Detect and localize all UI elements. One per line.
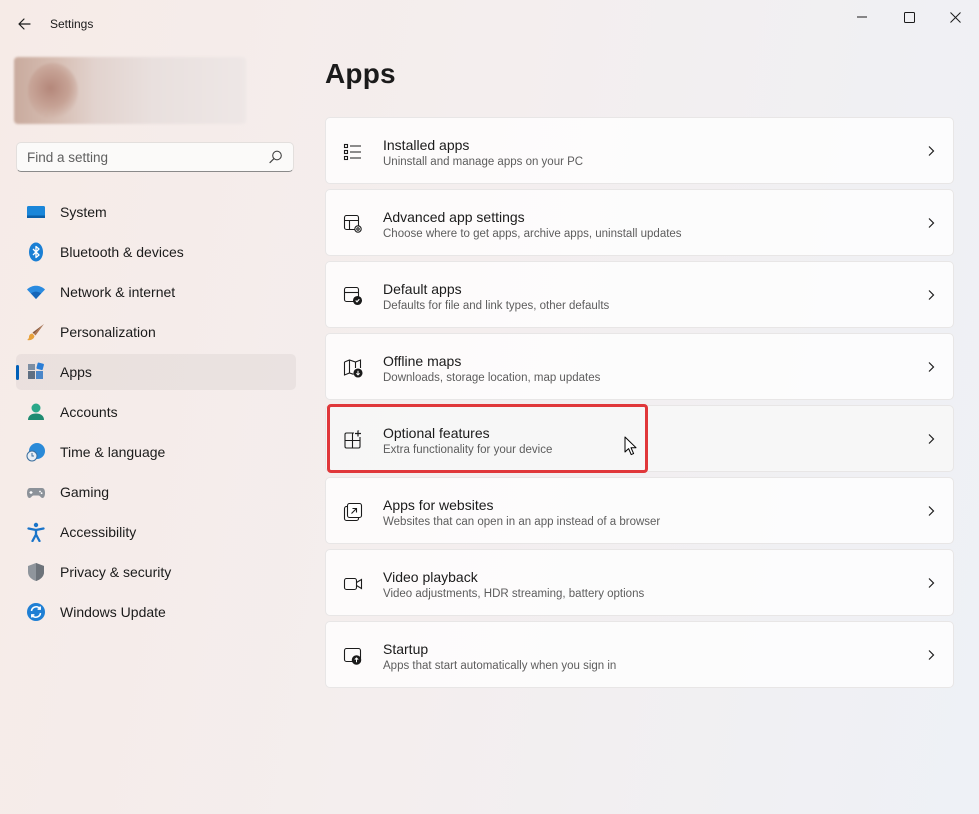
paintbrush-icon <box>26 322 46 342</box>
sidebar-item-label: Bluetooth & devices <box>60 244 184 260</box>
sidebar-item-label: Time & language <box>60 444 165 460</box>
monitor-icon <box>26 202 46 222</box>
apps-icon <box>26 362 46 382</box>
card-advanced-app-settings[interactable]: Advanced app settings Choose where to ge… <box>325 189 954 256</box>
card-title: Video playback <box>383 569 478 585</box>
maximize-icon <box>904 12 915 23</box>
shield-icon <box>26 562 46 582</box>
sidebar-item-label: Network & internet <box>60 284 175 300</box>
card-title: Offline maps <box>383 353 461 369</box>
list-icon <box>342 141 364 163</box>
card-title: Installed apps <box>383 137 469 153</box>
sidebar-item-label: System <box>60 204 107 220</box>
card-description: Defaults for file and link types, other … <box>383 300 609 312</box>
sync-icon <box>26 602 46 622</box>
card-description: Uninstall and manage apps on your PC <box>383 156 583 168</box>
chevron-right-icon <box>925 577 937 589</box>
chevron-right-icon <box>925 433 937 445</box>
card-description: Apps that start automatically when you s… <box>383 660 616 672</box>
sidebar-item-network-internet[interactable]: Network & internet <box>16 274 296 310</box>
gamepad-icon <box>26 482 46 502</box>
card-installed-apps[interactable]: Installed apps Uninstall and manage apps… <box>325 117 954 184</box>
app-settings-icon <box>342 213 364 235</box>
sidebar-item-label: Personalization <box>60 324 156 340</box>
close-icon <box>950 12 961 23</box>
search-box[interactable] <box>16 142 294 172</box>
sidebar-item-time-language[interactable]: Time & language <box>16 434 296 470</box>
title-bar: Settings <box>0 0 979 48</box>
sidebar-item-label: Privacy & security <box>60 564 171 580</box>
search-icon[interactable] <box>269 150 283 164</box>
sidebar-item-label: Accessibility <box>60 524 136 540</box>
sidebar-nav: System Bluetooth & devices Network & int… <box>16 194 296 634</box>
maximize-button[interactable] <box>886 2 932 32</box>
card-description: Websites that can open in an app instead… <box>383 516 660 528</box>
card-title: Advanced app settings <box>383 209 525 225</box>
back-arrow-icon <box>17 17 31 31</box>
highlight-annotation <box>327 404 648 473</box>
card-startup[interactable]: Startup Apps that start automatically wh… <box>325 621 954 688</box>
chevron-right-icon <box>925 217 937 229</box>
sidebar-item-personalization[interactable]: Personalization <box>16 314 296 350</box>
back-button[interactable] <box>10 10 38 38</box>
minimize-icon <box>857 12 867 22</box>
sidebar-item-windows-update[interactable]: Windows Update <box>16 594 296 630</box>
sidebar-item-accounts[interactable]: Accounts <box>16 394 296 430</box>
globe-clock-icon <box>26 442 46 462</box>
card-offline-maps[interactable]: Offline maps Downloads, storage location… <box>325 333 954 400</box>
chevron-right-icon <box>925 361 937 373</box>
sidebar-item-gaming[interactable]: Gaming <box>16 474 296 510</box>
card-default-apps[interactable]: Default apps Defaults for file and link … <box>325 261 954 328</box>
card-title: Default apps <box>383 281 462 297</box>
card-title: Apps for websites <box>383 497 494 513</box>
sidebar-item-accessibility[interactable]: Accessibility <box>16 514 296 550</box>
close-button[interactable] <box>932 2 978 32</box>
card-apps-for-websites[interactable]: Apps for websites Websites that can open… <box>325 477 954 544</box>
default-apps-icon <box>342 285 364 307</box>
sidebar-item-label: Windows Update <box>60 604 166 620</box>
minimize-button[interactable] <box>839 2 885 32</box>
chevron-right-icon <box>925 505 937 517</box>
map-download-icon <box>342 357 364 379</box>
sidebar-item-apps[interactable]: Apps <box>16 354 296 390</box>
sidebar-item-system[interactable]: System <box>16 194 296 230</box>
person-icon <box>26 402 46 422</box>
card-title: Startup <box>383 641 428 657</box>
card-description: Choose where to get apps, archive apps, … <box>383 228 682 240</box>
sidebar-item-privacy-security[interactable]: Privacy & security <box>16 554 296 590</box>
mouse-cursor-icon <box>624 436 638 456</box>
app-title: Settings <box>50 17 93 31</box>
startup-icon <box>342 645 364 667</box>
page-title: Apps <box>325 58 396 90</box>
chevron-right-icon <box>925 289 937 301</box>
card-description: Video adjustments, HDR streaming, batter… <box>383 588 644 600</box>
sidebar-item-bluetooth-devices[interactable]: Bluetooth & devices <box>16 234 296 270</box>
search-input[interactable] <box>17 143 257 171</box>
chevron-right-icon <box>925 649 937 661</box>
video-icon <box>342 573 364 595</box>
sidebar-item-label: Gaming <box>60 484 109 500</box>
user-account-avatar[interactable] <box>14 57 246 124</box>
card-video-playback[interactable]: Video playback Video adjustments, HDR st… <box>325 549 954 616</box>
wifi-icon <box>26 282 46 302</box>
accessibility-icon <box>26 522 46 542</box>
sidebar-item-label: Accounts <box>60 404 118 420</box>
sidebar-item-label: Apps <box>60 364 92 380</box>
card-description: Downloads, storage location, map updates <box>383 372 600 384</box>
bluetooth-icon <box>26 242 46 262</box>
chevron-right-icon <box>925 145 937 157</box>
open-in-app-icon <box>342 501 364 523</box>
